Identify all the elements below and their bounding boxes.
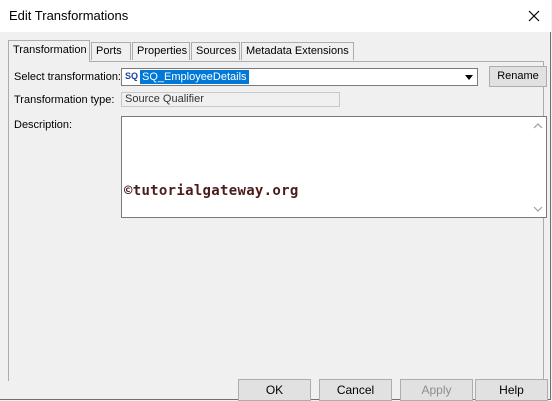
selected-transformation-value: SQ_EmployeeDetails — [140, 70, 249, 84]
watermark: ©tutorialgateway.org — [124, 183, 299, 199]
title-bar: Edit Transformations — [0, 0, 551, 32]
select-transformation-label: Select transformation: — [14, 71, 121, 83]
description-textarea[interactable] — [121, 116, 547, 218]
select-transformation-dropdown[interactable]: SQ SQ_EmployeeDetails — [121, 68, 478, 86]
dropdown-arrow-button[interactable] — [461, 69, 477, 85]
tab-metadata-extensions[interactable]: Metadata Extensions — [241, 42, 354, 60]
tab-sources[interactable]: Sources — [191, 42, 240, 60]
scroll-down-icon[interactable] — [533, 205, 543, 213]
close-button[interactable] — [517, 0, 551, 32]
tab-properties[interactable]: Properties — [132, 42, 190, 60]
transformation-tab-panel — [8, 61, 544, 381]
scroll-up-icon[interactable] — [533, 122, 543, 130]
tab-transformation[interactable]: Transformation — [8, 40, 90, 62]
window-title: Edit Transformations — [9, 8, 129, 23]
ok-button[interactable]: OK — [238, 379, 311, 401]
source-qualifier-icon: SQ — [125, 71, 139, 81]
rename-button[interactable]: Rename — [489, 66, 547, 87]
description-scrollbar[interactable] — [530, 117, 546, 217]
tab-ports[interactable]: Ports — [91, 42, 131, 60]
transformation-type-field: Source Qualifier — [121, 92, 340, 107]
chevron-down-icon — [465, 74, 473, 80]
close-icon — [528, 10, 540, 22]
cancel-button[interactable]: Cancel — [319, 379, 392, 401]
apply-button[interactable]: Apply — [400, 379, 473, 401]
description-label: Description: — [14, 119, 73, 131]
transformation-type-label: Transformation type: — [14, 94, 115, 106]
edit-transformations-dialog: Edit Transformations Transformation Port… — [0, 0, 551, 401]
help-button[interactable]: Help — [475, 379, 548, 401]
